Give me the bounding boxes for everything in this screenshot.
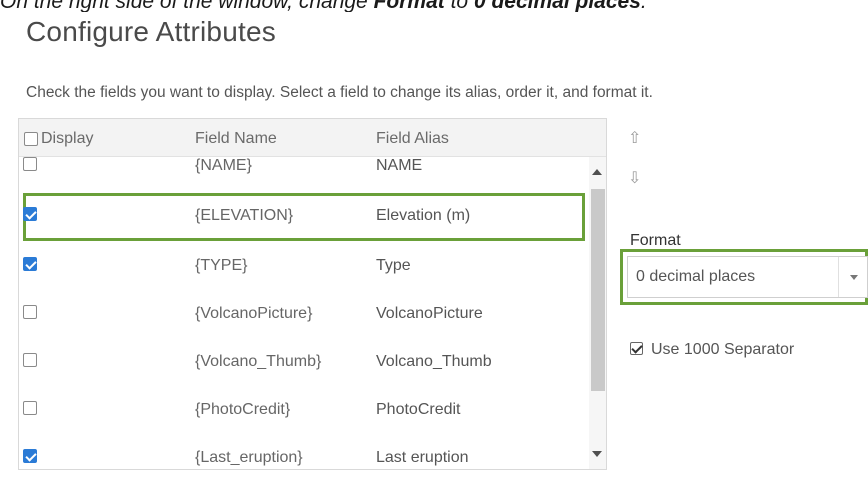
scroll-thumb[interactable] — [591, 189, 605, 391]
field-name: {TYPE} — [195, 257, 248, 274]
field-alias: Elevation (m) — [376, 207, 471, 224]
instruction-caption: On the right side of the window, change … — [0, 0, 647, 12]
field-alias: VolcanoPicture — [376, 305, 483, 322]
table-row-selected[interactable]: {ELEVATION} Elevation (m) — [23, 193, 585, 241]
header-field-name: Field Name — [195, 130, 277, 147]
field-alias: NAME — [376, 157, 423, 174]
row-display-checkbox[interactable] — [23, 157, 37, 171]
dropdown-divider — [838, 257, 839, 297]
field-name: {NAME} — [195, 157, 252, 174]
format-selected-value: 0 decimal places — [636, 268, 756, 285]
row-display-checkbox[interactable] — [23, 449, 37, 463]
table-row[interactable]: {Volcano_Thumb} Volcano_Thumb — [19, 339, 589, 387]
field-alias: PhotoCredit — [376, 401, 461, 418]
row-display-checkbox[interactable] — [23, 401, 37, 415]
scroll-down-arrow-icon[interactable] — [592, 451, 602, 457]
field-name: {ELEVATION} — [195, 207, 294, 224]
field-alias: Volcano_Thumb — [376, 353, 492, 370]
select-all-checkbox[interactable] — [24, 132, 38, 146]
format-label: Format — [630, 232, 681, 249]
chevron-down-icon[interactable] — [850, 275, 858, 280]
field-alias: Last eruption — [376, 449, 469, 466]
field-name: {VolcanoPicture} — [195, 305, 313, 322]
row-display-checkbox[interactable] — [23, 305, 37, 319]
dialog-description: Check the fields you want to display. Se… — [26, 84, 653, 101]
table-header: Display Field Name Field Alias — [19, 119, 606, 157]
row-display-checkbox[interactable] — [23, 207, 37, 221]
scroll-up-arrow-icon[interactable] — [592, 169, 602, 175]
table-row[interactable]: {PhotoCredit} PhotoCredit — [19, 387, 589, 435]
table-body: {NAME} NAME {ELEVATION} Elevation (m) {T… — [19, 157, 589, 469]
row-display-checkbox[interactable] — [23, 257, 37, 271]
page-title: Configure Attributes — [26, 16, 276, 47]
field-name: {PhotoCredit} — [195, 401, 291, 418]
format-dropdown[interactable]: 0 decimal places — [627, 256, 868, 298]
header-display: Display — [41, 130, 94, 147]
use-separator-checkbox[interactable] — [630, 342, 643, 355]
fields-table: Display Field Name Field Alias {NAME} NA… — [18, 118, 607, 470]
use-separator-label: Use 1000 Separator — [651, 341, 795, 358]
table-scrollbar[interactable] — [589, 157, 606, 469]
table-row[interactable]: {NAME} NAME — [19, 157, 589, 191]
table-row[interactable]: {Last_eruption} Last eruption — [19, 435, 589, 469]
move-down-icon[interactable]: ⇩ — [628, 168, 641, 188]
field-alias: Type — [376, 257, 411, 274]
row-display-checkbox[interactable] — [23, 353, 37, 367]
table-row[interactable]: {TYPE} Type — [19, 243, 589, 291]
table-row[interactable]: {VolcanoPicture} VolcanoPicture — [19, 291, 589, 339]
header-field-alias: Field Alias — [376, 130, 449, 147]
field-name: {Volcano_Thumb} — [195, 353, 322, 370]
field-name: {Last_eruption} — [195, 449, 303, 466]
move-up-icon[interactable]: ⇧ — [628, 128, 641, 148]
